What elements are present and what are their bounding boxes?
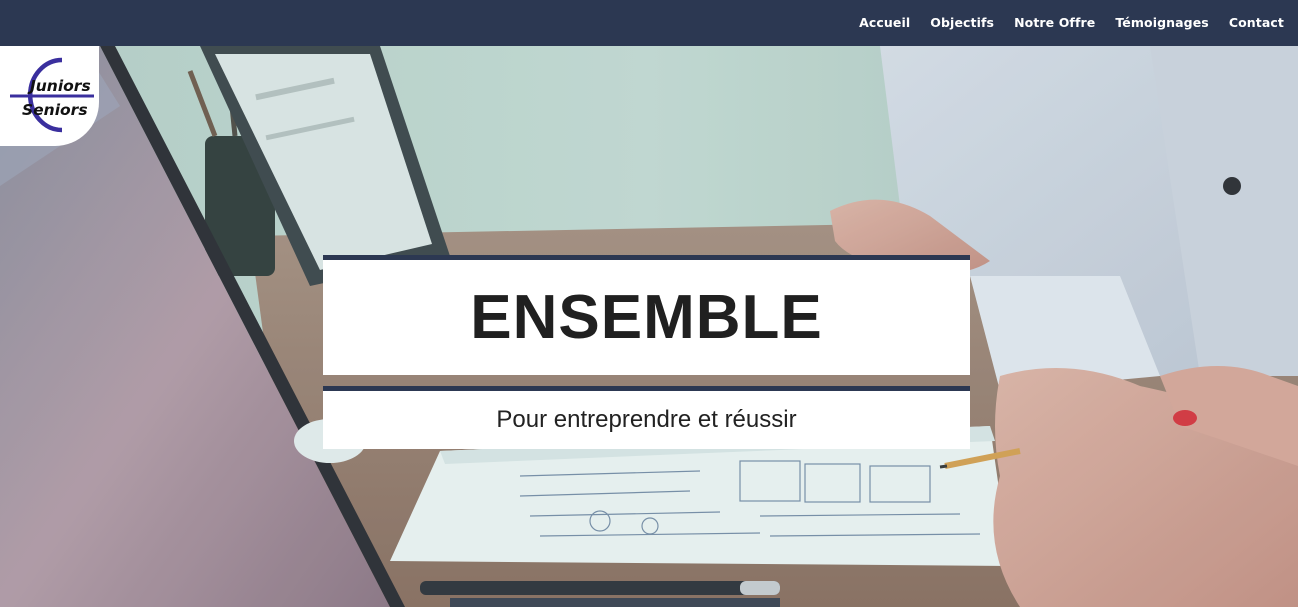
top-navbar: Accueil Objectifs Notre Offre Témoignage… <box>0 0 1298 46</box>
logo-text-juniors: Juniors <box>30 77 91 95</box>
logo-c-mark <box>10 57 94 133</box>
main-nav: Accueil Objectifs Notre Offre Témoignage… <box>859 0 1284 44</box>
hero-subtitle-box: Pour entreprendre et réussir <box>323 386 970 449</box>
nav-link-accueil[interactable]: Accueil <box>859 15 910 30</box>
site-logo[interactable]: Juniors Seniors <box>0 46 99 146</box>
nav-link-temoignages[interactable]: Témoignages <box>1115 15 1209 30</box>
hero-title-box: ENSEMBLE <box>323 255 970 375</box>
nav-link-contact[interactable]: Contact <box>1229 15 1284 30</box>
nav-link-objectifs[interactable]: Objectifs <box>930 15 994 30</box>
hero-title: ENSEMBLE <box>470 283 823 352</box>
hero-subtitle: Pour entreprendre et réussir <box>496 406 797 433</box>
nav-link-notre-offre[interactable]: Notre Offre <box>1014 15 1095 30</box>
logo-text-seniors: Seniors <box>22 101 88 119</box>
